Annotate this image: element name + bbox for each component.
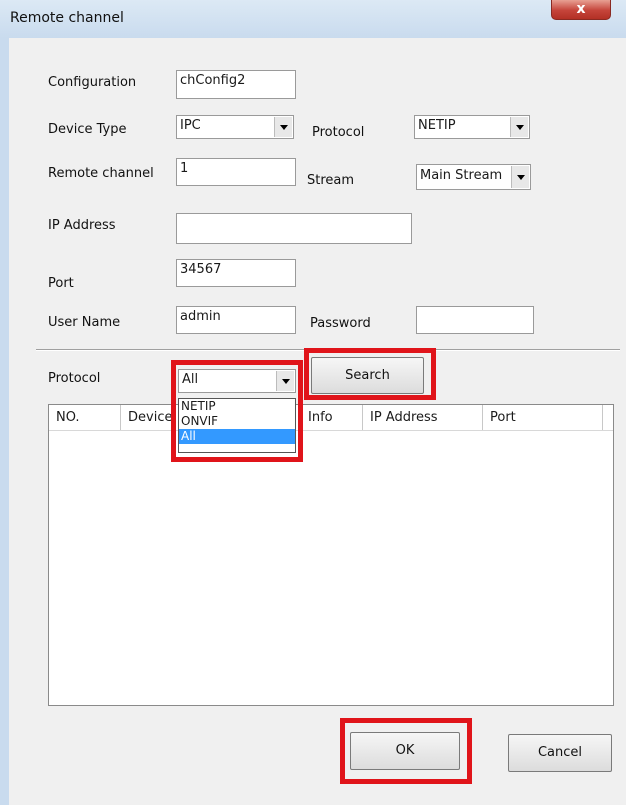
search-protocol-label: Protocol <box>48 371 101 386</box>
protocol-value: NETIP <box>418 118 456 133</box>
window-title: Remote channel <box>10 10 124 26</box>
highlight-box-protocol <box>171 360 303 462</box>
stream-label: Stream <box>307 173 355 188</box>
highlight-box-search <box>304 348 436 400</box>
protocol-select[interactable]: NETIP <box>414 115 530 139</box>
port-value: 34567 <box>180 262 222 277</box>
column-header-info[interactable]: Info <box>301 405 363 430</box>
ip-address-label: IP Address <box>48 218 116 233</box>
device-type-select[interactable]: IPC <box>176 115 294 139</box>
close-button[interactable]: x <box>551 0 611 20</box>
close-icon: x <box>576 1 586 17</box>
column-header-no[interactable]: NO. <box>49 405 121 430</box>
password-input[interactable] <box>416 306 534 334</box>
stream-value: Main Stream <box>420 168 503 183</box>
configuration-label: Configuration <box>48 75 137 90</box>
user-name-label: User Name <box>48 315 121 330</box>
remote-channel-input[interactable]: 1 <box>176 158 296 186</box>
user-name-value: admin <box>180 309 221 324</box>
configuration-value: chConfig2 <box>180 73 246 88</box>
remote-channel-label: Remote channel <box>48 166 154 181</box>
user-name-input[interactable]: admin <box>176 306 296 334</box>
configuration-input[interactable]: chConfig2 <box>176 70 296 99</box>
device-type-value: IPC <box>180 118 201 133</box>
stream-select[interactable]: Main Stream <box>416 164 531 190</box>
protocol-label: Protocol <box>312 125 365 140</box>
column-header-ip-address[interactable]: IP Address <box>363 405 483 430</box>
chevron-down-icon[interactable] <box>511 166 529 188</box>
port-label: Port <box>48 276 74 291</box>
device-list[interactable]: NO. Device Info IP Address Port <box>48 404 614 706</box>
password-label: Password <box>310 316 371 331</box>
list-header: NO. Device Info IP Address Port <box>49 405 613 431</box>
column-header-port[interactable]: Port <box>483 405 603 430</box>
port-input[interactable]: 34567 <box>176 259 296 287</box>
remote-channel-value: 1 <box>180 161 189 176</box>
device-type-label: Device Type <box>48 122 127 137</box>
cancel-button-label: Cancel <box>537 745 583 760</box>
chevron-down-icon[interactable] <box>274 117 292 137</box>
ip-address-input[interactable] <box>176 213 412 244</box>
cancel-button[interactable]: Cancel <box>508 734 612 772</box>
highlight-box-ok <box>340 718 472 784</box>
chevron-down-icon[interactable] <box>510 117 528 137</box>
title-bar: Remote channel x <box>0 0 626 38</box>
